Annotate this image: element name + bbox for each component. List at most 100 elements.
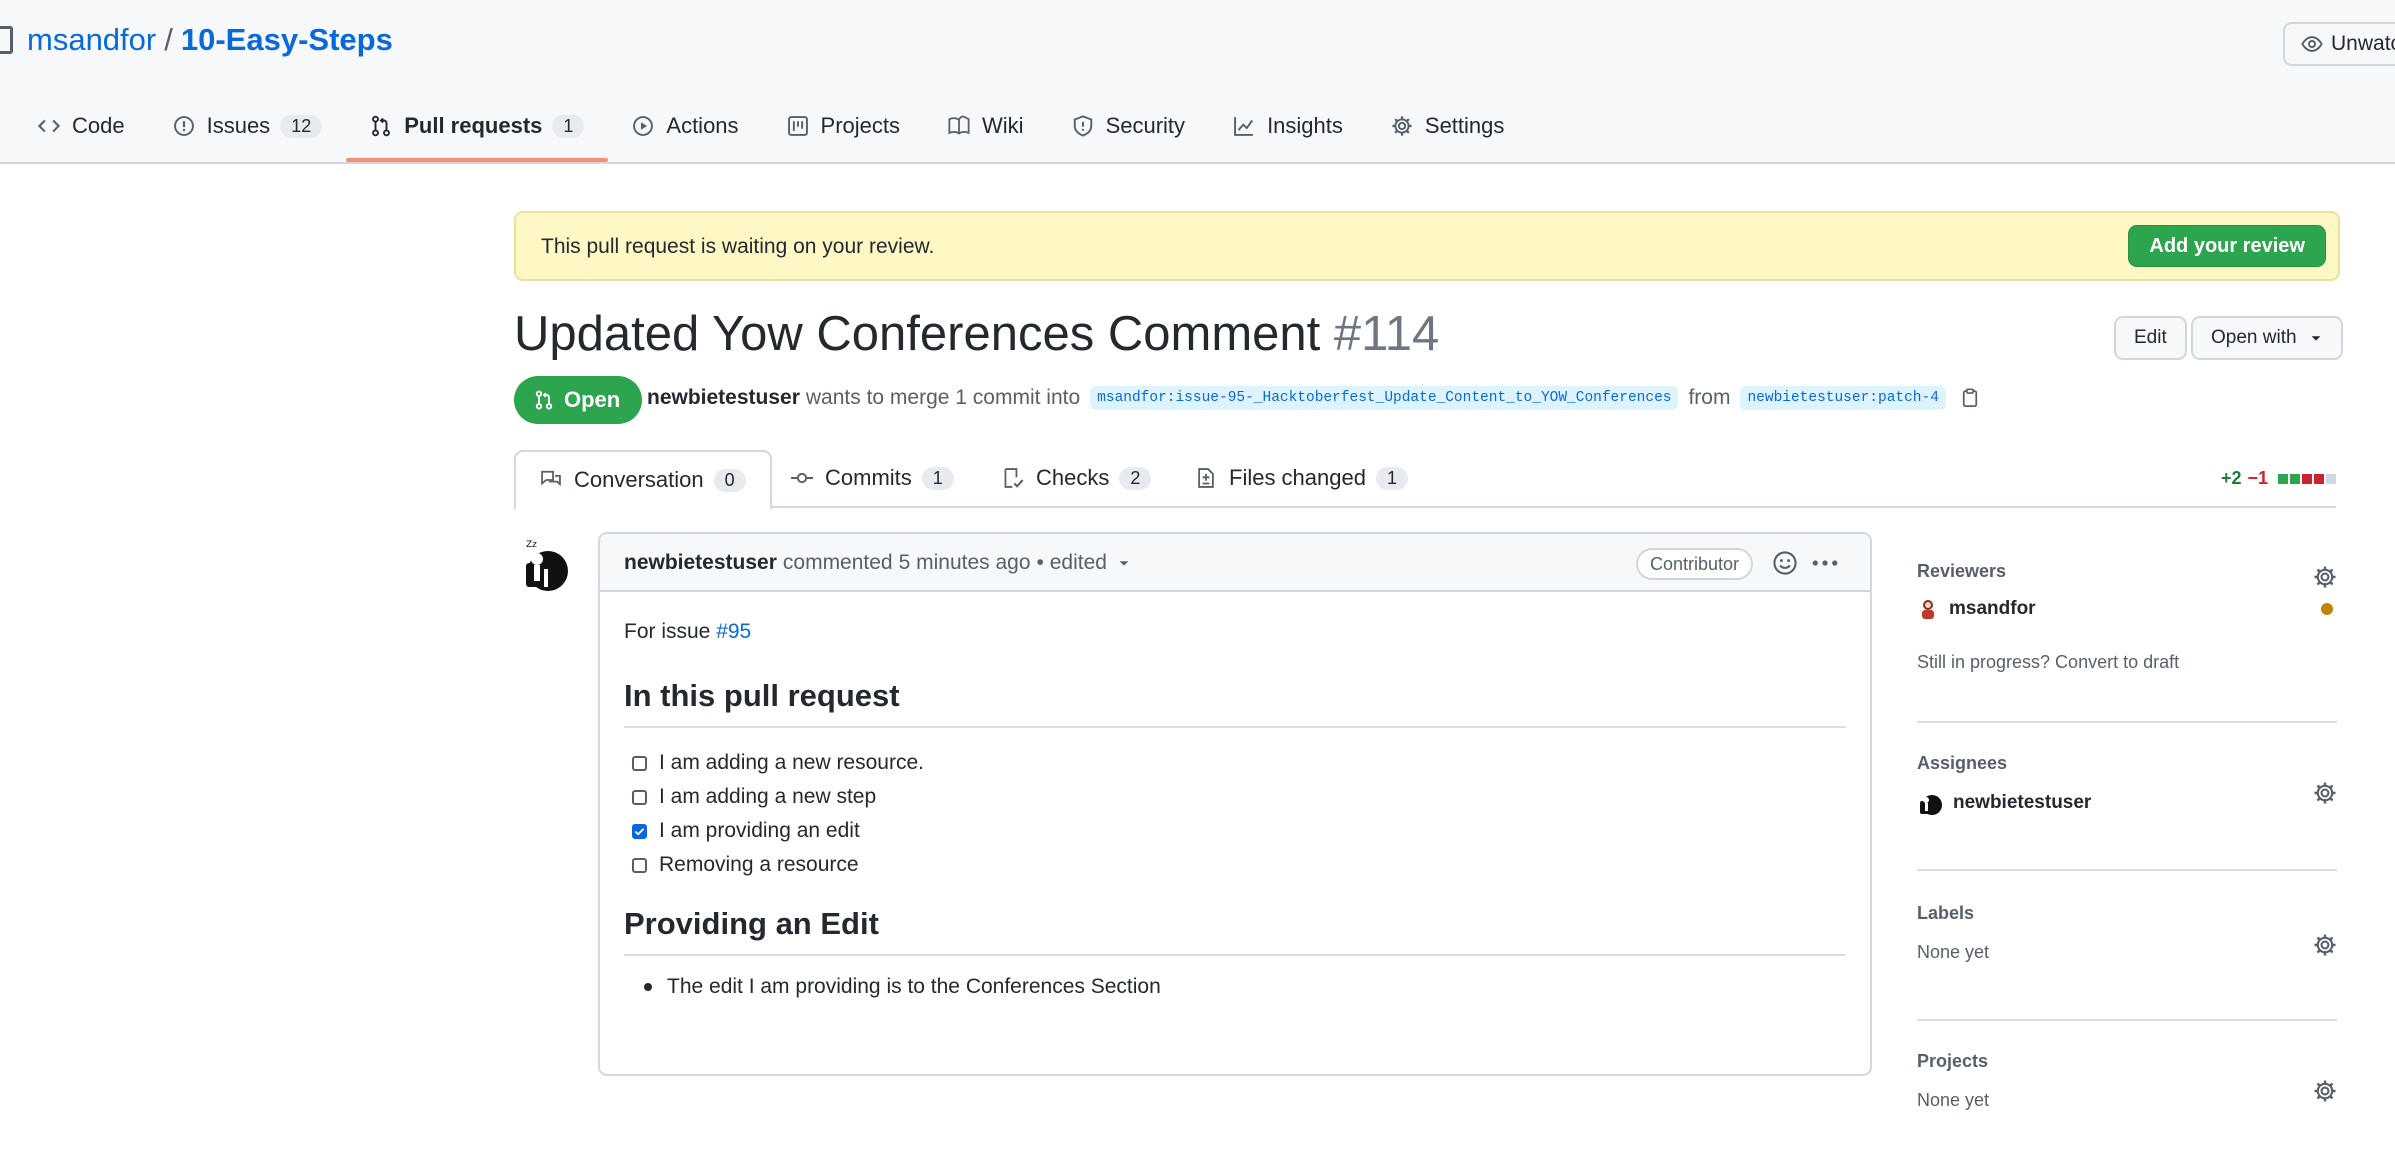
tab-label: Files changed xyxy=(1229,465,1366,490)
task-label: I am adding a new step xyxy=(659,785,877,808)
tab-label: Checks xyxy=(1036,465,1110,490)
caret-down-icon[interactable] xyxy=(1117,556,1131,570)
nav-code[interactable]: Code xyxy=(14,108,149,144)
repo-owner-link[interactable]: msandfor xyxy=(27,22,156,58)
gear-icon[interactable] xyxy=(2313,1079,2337,1103)
shield-icon xyxy=(1073,115,1092,137)
from-word: from xyxy=(1688,386,1731,409)
labels-section: Labels None yet xyxy=(1917,903,2337,1021)
labels-heading[interactable]: Labels xyxy=(1917,903,2337,924)
edit-title-button[interactable]: Edit xyxy=(2114,316,2187,360)
review-request-banner: This pull request is waiting on your rev… xyxy=(514,211,2340,281)
pr-sidebar: Reviewers msandfor Still in progress? Co… xyxy=(1917,555,2337,1171)
open-with-button[interactable]: Open with xyxy=(2191,316,2343,360)
comment-body: For issue #95 In this pull request I am … xyxy=(624,620,1846,1004)
merge-text: wants to merge 1 commit into xyxy=(805,386,1081,409)
task-checkbox[interactable] xyxy=(632,857,647,873)
nav-insights[interactable]: Insights xyxy=(1209,108,1367,144)
file-diff-icon xyxy=(1198,468,1214,488)
assignee-avatar[interactable] xyxy=(1917,790,1943,816)
nav-label: Wiki xyxy=(982,113,1024,138)
task-label: Removing a resource xyxy=(659,853,859,876)
author-avatar[interactable]: Zz xyxy=(514,535,572,593)
list-item: The edit I am providing is to the Confer… xyxy=(624,970,1846,1004)
tab-checks[interactable]: Checks 2 xyxy=(1002,450,1152,506)
tab-files-changed[interactable]: Files changed 1 xyxy=(1195,450,1408,506)
diff-additions: +2 xyxy=(2220,468,2242,488)
tab-counter: 0 xyxy=(713,468,746,492)
tab-counter: 2 xyxy=(1119,466,1152,490)
assignees-heading[interactable]: Assignees xyxy=(1917,753,2337,774)
tab-conversation[interactable]: Conversation 0 xyxy=(514,450,772,510)
convert-to-draft-link[interactable]: Still in progress? Convert to draft xyxy=(1917,652,2337,673)
task-checkbox[interactable] xyxy=(632,755,647,771)
nav-projects[interactable]: Projects xyxy=(763,108,924,144)
diffstat: +2 −1 xyxy=(2221,468,2336,489)
nav-issues[interactable]: Issues 12 xyxy=(149,108,347,144)
banner-text: This pull request is waiting on your rev… xyxy=(541,235,935,258)
diff-deletions: −1 xyxy=(2247,468,2268,488)
add-review-button[interactable]: Add your review xyxy=(2128,225,2326,267)
nav-actions[interactable]: Actions xyxy=(608,108,762,144)
comment-action: commented xyxy=(782,551,893,574)
copy-icon[interactable] xyxy=(1960,388,1980,408)
nav-label: Code xyxy=(72,113,125,138)
gear-icon[interactable] xyxy=(2313,565,2337,589)
nav-label: Projects xyxy=(820,113,901,138)
assignee-name[interactable]: newbietestuser xyxy=(1953,792,2091,814)
task-item: I am adding a new step xyxy=(624,780,1846,814)
comment-meta: newbietestuser commented 5 minutes ago •… xyxy=(624,551,1131,575)
comment-timestamp[interactable]: 5 minutes ago xyxy=(899,551,1031,575)
projects-heading[interactable]: Projects xyxy=(1917,1051,2337,1072)
task-item: Removing a resource xyxy=(624,848,1846,882)
tab-counter: 1 xyxy=(1375,466,1408,490)
pr-state-badge: Open xyxy=(514,376,643,424)
repo-icon xyxy=(0,26,13,54)
repo-name-link[interactable]: 10-Easy-Steps xyxy=(181,22,393,58)
pr-author-link[interactable]: newbietestuser xyxy=(647,386,800,410)
assignee-row: newbietestuser xyxy=(1917,790,2337,816)
gear-icon[interactable] xyxy=(2313,933,2337,957)
reviewer-name[interactable]: msandfor xyxy=(1949,598,2036,620)
nav-security[interactable]: Security xyxy=(1048,108,1209,144)
nav-wiki[interactable]: Wiki xyxy=(924,108,1048,144)
tab-label: Conversation xyxy=(574,467,704,492)
task-label: I am providing an edit xyxy=(659,819,860,842)
issues-counter: 12 xyxy=(280,114,323,138)
task-item: I am adding a new resource. xyxy=(624,746,1846,780)
unwatch-label: Unwatch xyxy=(2331,32,2395,55)
diff-block xyxy=(2290,473,2300,484)
unwatch-button[interactable]: Unwatch xyxy=(2283,22,2395,66)
smiley-icon[interactable] xyxy=(1772,550,1798,576)
nav-settings[interactable]: Settings xyxy=(1367,108,1529,144)
head-branch-link[interactable]: newbietestuser:patch-4 xyxy=(1740,386,1946,410)
pr-meta: newbietestuser wants to merge 1 commit i… xyxy=(647,386,1980,410)
reviewer-avatar[interactable] xyxy=(1917,598,1939,620)
kebab-horizontal-icon[interactable] xyxy=(1810,550,1840,576)
base-branch-link[interactable]: msandfor:issue-95-_Hacktoberfest_Update_… xyxy=(1090,386,1679,410)
issue-link[interactable]: #95 xyxy=(716,620,751,643)
nav-label: Pull requests xyxy=(404,113,543,138)
reviewers-section: Reviewers msandfor Still in progress? Co… xyxy=(1917,561,2337,723)
task-item: I am providing an edit xyxy=(624,814,1846,848)
task-checkbox-checked[interactable] xyxy=(632,823,647,839)
project-icon xyxy=(787,116,808,136)
pr-number: #114 xyxy=(1333,307,1440,361)
reviewers-heading[interactable]: Reviewers xyxy=(1917,561,2337,582)
edited-dropdown[interactable]: • edited xyxy=(1037,551,1107,575)
tab-counter: 1 xyxy=(921,466,954,490)
gear-icon[interactable] xyxy=(2313,781,2337,805)
caret-down-icon xyxy=(2311,336,2320,341)
repo-nav: Code Issues 12 Pull requests 1 Actions P… xyxy=(14,108,1528,162)
eye-icon xyxy=(2301,36,2323,52)
comment-author-link[interactable]: newbietestuser xyxy=(624,551,777,575)
nav-pull-requests[interactable]: Pull requests 1 xyxy=(346,108,609,162)
comment-header: newbietestuser commented 5 minutes ago •… xyxy=(600,534,1870,592)
tab-commits[interactable]: Commits 1 xyxy=(791,450,954,506)
task-checkbox[interactable] xyxy=(632,789,647,805)
heading-providing-an-edit: Providing an Edit xyxy=(624,906,1846,956)
tab-label: Commits xyxy=(825,465,912,490)
nav-label: Security xyxy=(1105,113,1186,138)
gear-icon xyxy=(1392,116,1412,136)
issue-reference: For issue #95 xyxy=(624,620,1846,644)
